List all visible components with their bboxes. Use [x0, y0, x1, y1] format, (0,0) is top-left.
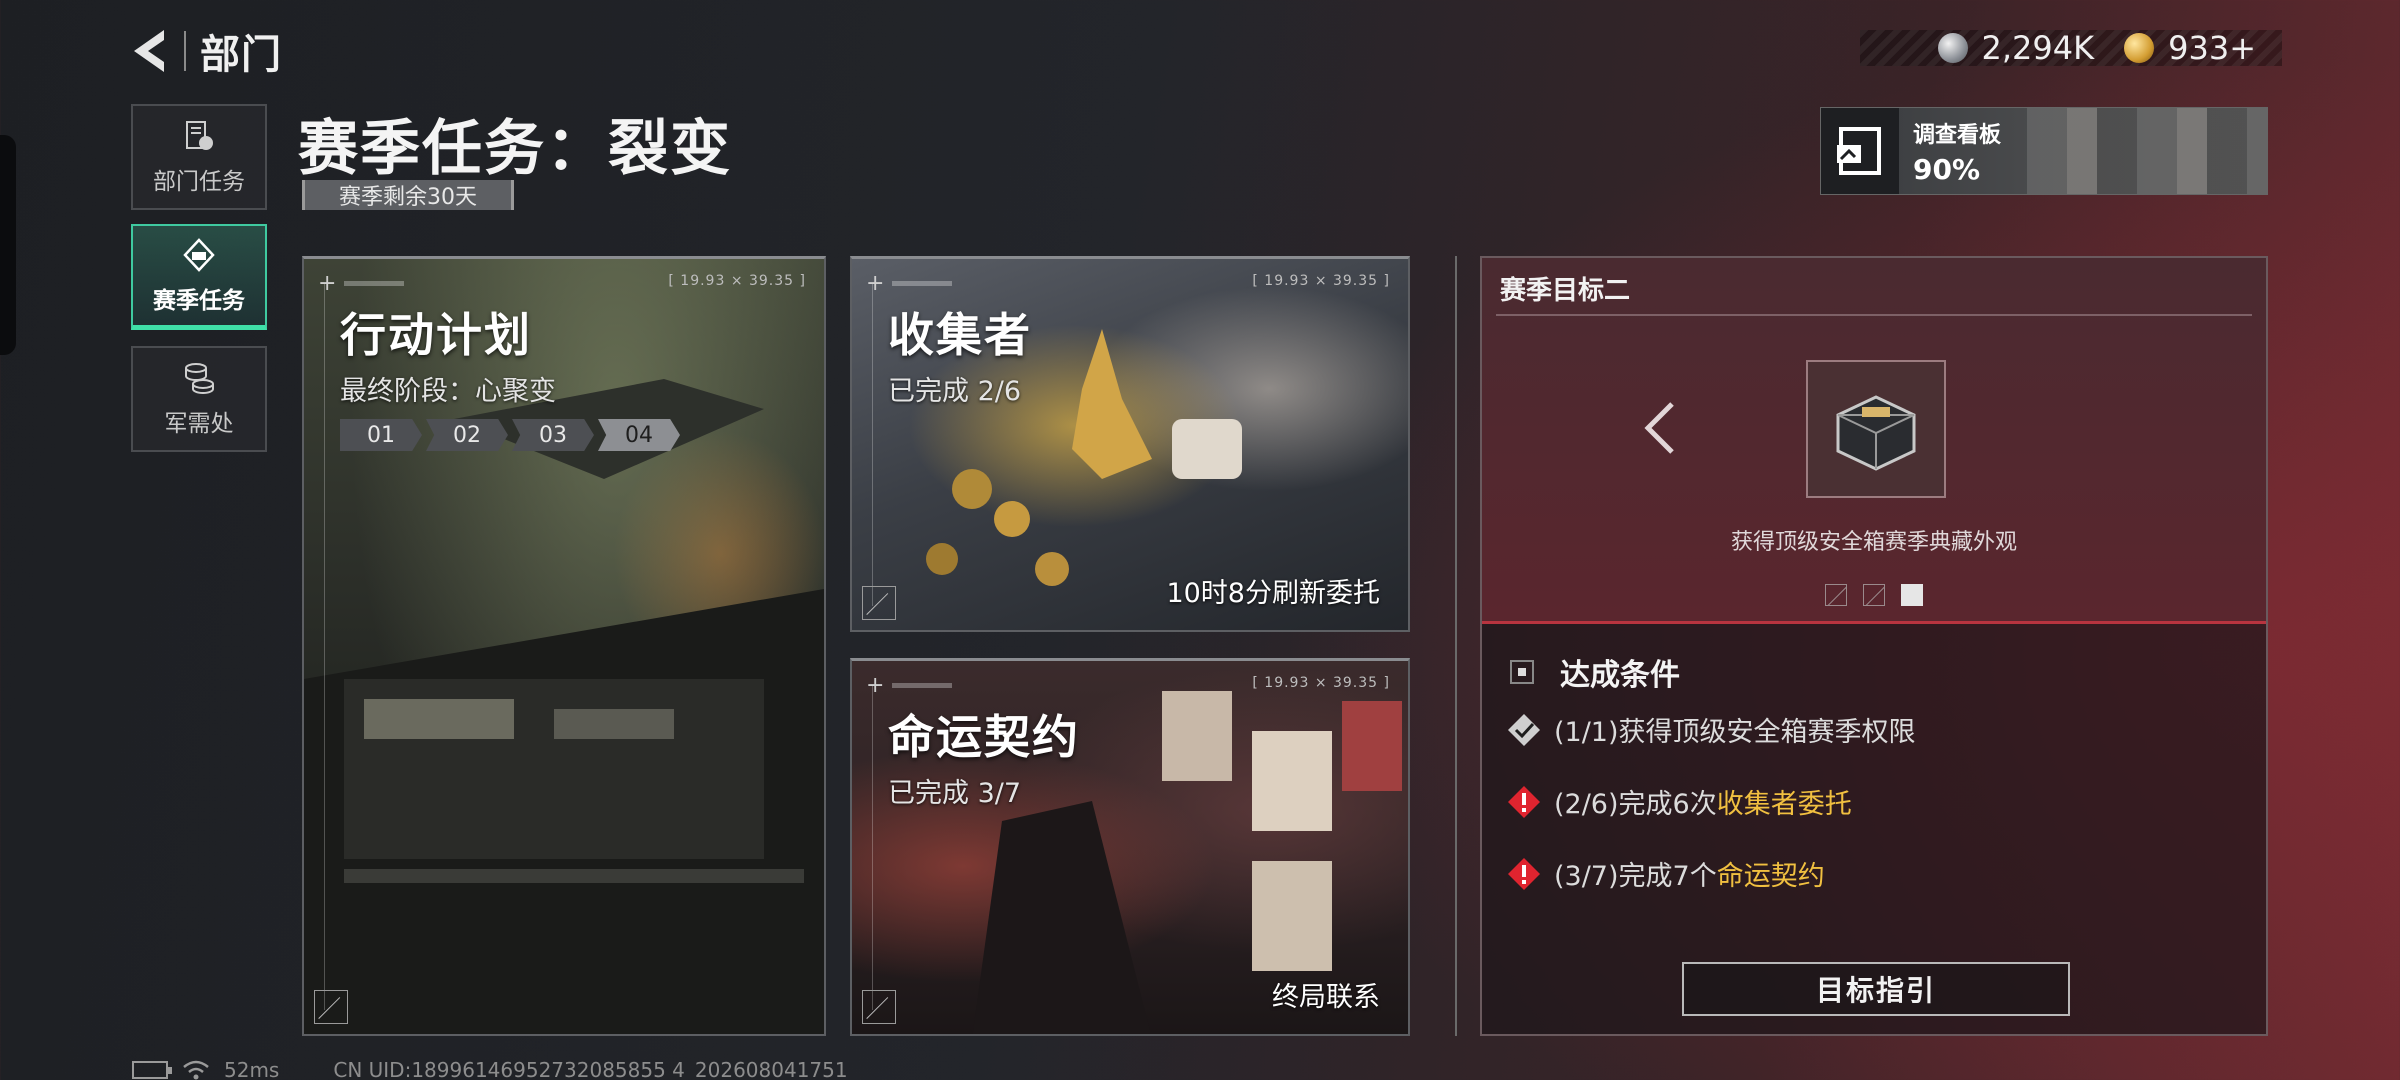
- sidebar-item-season-missions[interactable]: 赛季任务: [131, 224, 267, 330]
- card-footer: 终局联系: [1272, 982, 1380, 1013]
- pager-dot-1[interactable]: [1825, 584, 1847, 606]
- status-footer: 52ms CN UID:18996146952732085855 4_20260…: [132, 1058, 848, 1080]
- goal-guide-button[interactable]: 目标指引: [1682, 962, 2070, 1016]
- conditions-header: 达成条件: [1510, 650, 1680, 694]
- card-frame-line: [872, 685, 873, 1010]
- department-mission-icon: [186, 121, 213, 150]
- stage-4: 04: [598, 419, 680, 451]
- expand-icon[interactable]: [314, 990, 348, 1024]
- gold-currency-value: 933+: [2168, 29, 2256, 67]
- sidebar-item-label: 赛季任务: [153, 287, 245, 314]
- card-subtitle: 已完成 3/7: [888, 778, 1022, 809]
- crosshair-icon: +: [318, 271, 337, 296]
- currency-bar: 2,294K 933+: [1860, 29, 2282, 67]
- battery-icon: [132, 1061, 172, 1079]
- sidebar-item-label: 军需处: [164, 411, 234, 437]
- goal-pager: [1482, 584, 2266, 606]
- back-button[interactable]: 部门: [128, 22, 282, 80]
- crosshair-icon: +: [866, 271, 885, 296]
- stage-progress: 01 02 03 04: [340, 419, 680, 451]
- condition-text: (2/6)完成6次: [1554, 789, 1717, 820]
- card-tag-bar: [892, 281, 952, 286]
- card-coordinates: [ 19.93 × 39.35 ]: [668, 273, 806, 289]
- board-photos: [2027, 108, 2267, 194]
- card-footer: 10时8分刷新委托: [1166, 578, 1380, 609]
- card-subtitle: 最终阶段：心聚变: [340, 376, 556, 407]
- back-divider: [184, 31, 186, 71]
- card-frame-line: [872, 283, 873, 606]
- condition-item-3: (3/7)完成7个命运契约: [1506, 854, 1825, 893]
- condition-item-1: (1/1)获得顶级安全箱赛季权限: [1506, 710, 1916, 749]
- player-uid: CN UID:18996146952732085855 4_2026080417…: [333, 1058, 848, 1080]
- panel-separator: [1455, 256, 1457, 1036]
- crosshair-icon: +: [866, 673, 885, 698]
- card-subtitle: 已完成 2/6: [888, 376, 1022, 407]
- wifi-icon: [183, 1060, 209, 1080]
- board-icon-wrap: [1821, 108, 1899, 194]
- season-mission-icon: [183, 237, 215, 272]
- warning-diamond-icon: [1508, 857, 1540, 890]
- safe-box-icon: [1836, 395, 1916, 471]
- previous-goal-arrow-icon[interactable]: [1640, 398, 1680, 458]
- silver-currency-value: 2,294K: [1981, 29, 2095, 67]
- sidebar-item-department-missions[interactable]: 部门任务: [131, 104, 267, 210]
- stage-3: 03: [512, 419, 594, 451]
- season-goal-panel: 赛季目标二 获得顶级安全箱赛季典藏外观 达成条件 (1/1)获得顶级安全箱赛季权…: [1480, 256, 2268, 1036]
- reward-item[interactable]: [1806, 360, 1946, 498]
- card-title: 命运契约: [888, 710, 1080, 764]
- goal-heading: 赛季目标二: [1500, 276, 1631, 306]
- silver-coin-icon: [1937, 33, 1968, 63]
- goal-heading-divider: [1496, 314, 2252, 316]
- pager-dot-3[interactable]: [1901, 584, 1923, 606]
- expand-icon[interactable]: [862, 586, 896, 620]
- stage-2: 02: [426, 419, 508, 451]
- warning-diamond-icon: [1508, 785, 1540, 818]
- back-label: 部门: [200, 32, 282, 78]
- expand-icon[interactable]: [862, 990, 896, 1024]
- card-title: 行动计划: [340, 308, 532, 362]
- conditions-square-icon: [1510, 660, 1534, 684]
- pager-dot-2[interactable]: [1863, 584, 1885, 606]
- card-frame-line: [324, 283, 325, 1010]
- season-remaining-badge: 赛季剩余30天: [302, 180, 514, 210]
- condition-item-2: (2/6)完成6次收集者委托: [1506, 782, 1852, 821]
- sidebar-item-quartermaster[interactable]: 军需处: [131, 346, 267, 452]
- card-action-plan[interactable]: + [ 19.93 × 39.35 ] 行动计划 最终阶段：心聚变 01 02 …: [302, 256, 826, 1036]
- card-coordinates: [ 19.93 × 39.35 ]: [1252, 675, 1390, 691]
- quartermaster-icon: [185, 363, 214, 395]
- check-diamond-icon: [1508, 713, 1540, 746]
- card-coordinates: [ 19.93 × 39.35 ]: [1252, 273, 1390, 289]
- page-title: 赛季任务：裂变: [298, 114, 732, 184]
- goal-reward-area: 赛季目标二 获得顶级安全箱赛季典藏外观: [1482, 258, 2266, 624]
- card-tag-bar: [344, 281, 404, 286]
- gold-coin-icon: [2124, 33, 2155, 63]
- card-collector[interactable]: + [ 19.93 × 39.35 ] 收集者 已完成 2/6 10时8分刷新委…: [850, 256, 1410, 632]
- condition-highlight[interactable]: 命运契约: [1717, 861, 1825, 892]
- reward-description: 获得顶级安全箱赛季典藏外观: [1730, 530, 2017, 555]
- condition-highlight[interactable]: 收集者委托: [1717, 789, 1852, 820]
- card-tag-bar: [892, 683, 952, 688]
- condition-text: (3/7)完成7个: [1554, 861, 1717, 892]
- condition-text: (1/1)获得顶级安全箱赛季权限: [1554, 717, 1916, 748]
- card-fate-contract[interactable]: + [ 19.93 × 39.35 ] 命运契约 已完成 3/7 终局联系: [850, 658, 1410, 1036]
- conditions-title: 达成条件: [1560, 658, 1680, 693]
- back-arrow-icon: [134, 30, 164, 72]
- edge-handle[interactable]: [0, 135, 16, 355]
- sidebar-item-label: 部门任务: [153, 169, 245, 195]
- investigation-board-button[interactable]: 调查看板 90%: [1820, 107, 2268, 195]
- stage-1: 01: [340, 419, 422, 451]
- card-title: 收集者: [888, 308, 1032, 362]
- board-icon: [1837, 127, 1881, 175]
- board-label: 调查看板: [1913, 122, 2002, 148]
- board-percent: 90%: [1913, 152, 1981, 186]
- ping-value: 52ms: [224, 1058, 280, 1080]
